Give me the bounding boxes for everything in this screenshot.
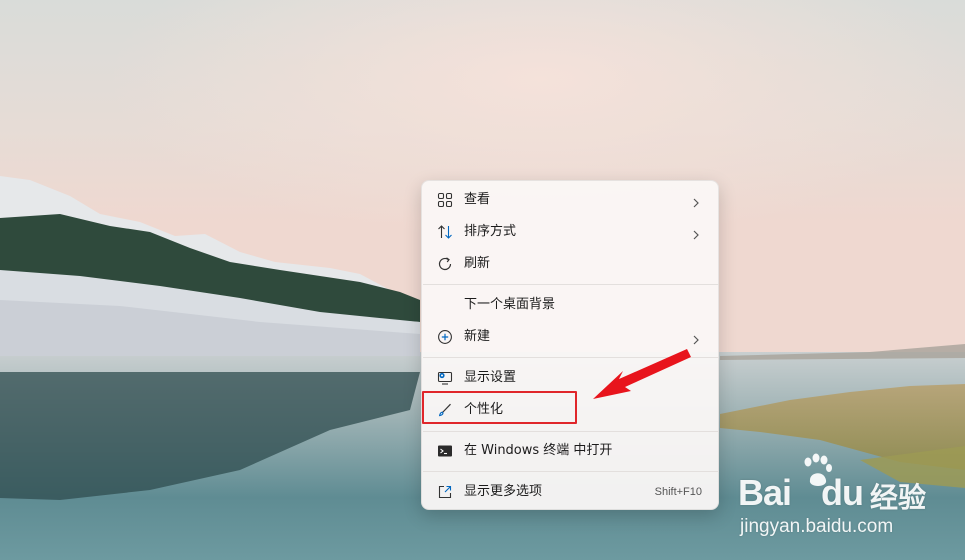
highlight-annotation-box <box>422 391 577 424</box>
menu-item-label: 下一个桌面背景 <box>464 297 556 312</box>
menu-item-label: 在 Windows 终端 中打开 <box>464 443 613 458</box>
menu-item-next-desktop-background[interactable]: 下一个桌面背景 <box>426 290 714 320</box>
show-more-options-icon <box>436 484 454 500</box>
menu-item-view[interactable]: 查看 <box>426 185 714 215</box>
menu-item-show-more-options[interactable]: 显示更多选项 Shift+F10 <box>426 477 714 507</box>
display-settings-icon <box>436 370 454 386</box>
new-plus-icon <box>436 329 454 345</box>
menu-item-sort-by[interactable]: 排序方式 <box>426 217 714 247</box>
menu-item-refresh[interactable]: 刷新 <box>426 249 714 279</box>
baidu-jingyan-watermark: Bai du 经验 jingyan.baidu.com <box>738 450 958 545</box>
chevron-right-icon <box>692 331 700 345</box>
red-arrow-annotation <box>585 345 695 409</box>
watermark-url: jingyan.baidu.com <box>740 516 894 537</box>
menu-item-label: 显示设置 <box>464 370 517 385</box>
chevron-right-icon <box>692 226 700 240</box>
refresh-icon <box>436 256 454 272</box>
chevron-right-icon <box>692 194 700 208</box>
menu-divider <box>423 431 719 432</box>
sort-icon <box>436 224 454 240</box>
menu-item-label: 查看 <box>464 192 491 207</box>
view-grid-icon <box>436 192 454 208</box>
menu-item-open-in-terminal[interactable]: 在 Windows 终端 中打开 <box>426 436 714 466</box>
menu-divider <box>423 284 719 285</box>
menu-item-label: 刷新 <box>464 256 491 271</box>
baidu-paw-logo <box>800 452 834 496</box>
menu-item-label: 排序方式 <box>464 224 517 239</box>
menu-divider <box>423 471 719 472</box>
terminal-icon <box>436 443 454 459</box>
watermark-cn-text: 经验 <box>870 481 927 514</box>
menu-item-label: 显示更多选项 <box>464 484 543 499</box>
shortcut-hint: Shift+F10 <box>654 486 702 498</box>
menu-item-label: 新建 <box>464 329 491 344</box>
